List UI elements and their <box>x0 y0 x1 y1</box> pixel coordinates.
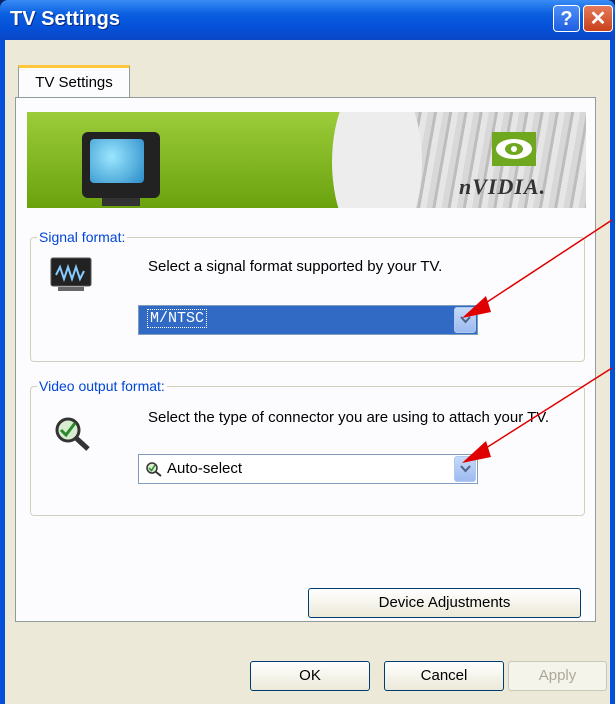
chevron-down-icon <box>460 316 471 324</box>
signal-format-dropdown-button[interactable] <box>454 307 476 333</box>
video-output-format-value: Auto-select <box>167 460 243 477</box>
close-icon: ✕ <box>589 8 607 30</box>
title-bar[interactable]: TV Settings ? ✕ <box>0 0 615 40</box>
signal-format-group <box>30 237 585 362</box>
nvidia-eye-logo <box>492 132 536 166</box>
signal-format-select[interactable]: M/NTSC <box>138 305 478 335</box>
video-output-format-group <box>30 386 585 516</box>
video-output-format-description: Select the type of connector you are usi… <box>148 409 550 426</box>
tab-tv-settings[interactable]: TV Settings <box>18 65 130 98</box>
video-output-format-dropdown-button[interactable] <box>454 456 476 482</box>
window-title: TV Settings <box>10 8 121 30</box>
device-adjustments-button[interactable]: Device Adjustments <box>308 588 581 618</box>
signal-format-value: M/NTSC <box>147 309 208 328</box>
nvidia-logo-text: nVIDIA. <box>459 174 547 199</box>
apply-button[interactable]: Apply <box>508 661 607 691</box>
signal-format-label: Signal format: <box>37 229 128 245</box>
video-output-format-label: Video output format: <box>37 378 167 394</box>
question-icon: ? <box>560 8 573 30</box>
waveform-icon <box>50 257 92 291</box>
signal-format-description: Select a signal format supported by your… <box>148 258 443 275</box>
ok-button[interactable]: OK <box>250 661 370 691</box>
cancel-button[interactable]: Cancel <box>384 661 504 691</box>
help-button[interactable]: ? <box>553 5 580 32</box>
video-output-format-select[interactable]: Auto-select <box>138 454 478 484</box>
close-button[interactable]: ✕ <box>583 5 613 32</box>
magnifier-check-icon <box>55 417 90 451</box>
nvidia-banner: nVIDIA. <box>27 112 586 208</box>
magnifier-check-small-icon <box>146 462 162 477</box>
chevron-down-icon <box>460 465 471 473</box>
dialog-window: TV Settings ? ✕ TV Settings nVIDIA. Sign… <box>0 0 615 704</box>
